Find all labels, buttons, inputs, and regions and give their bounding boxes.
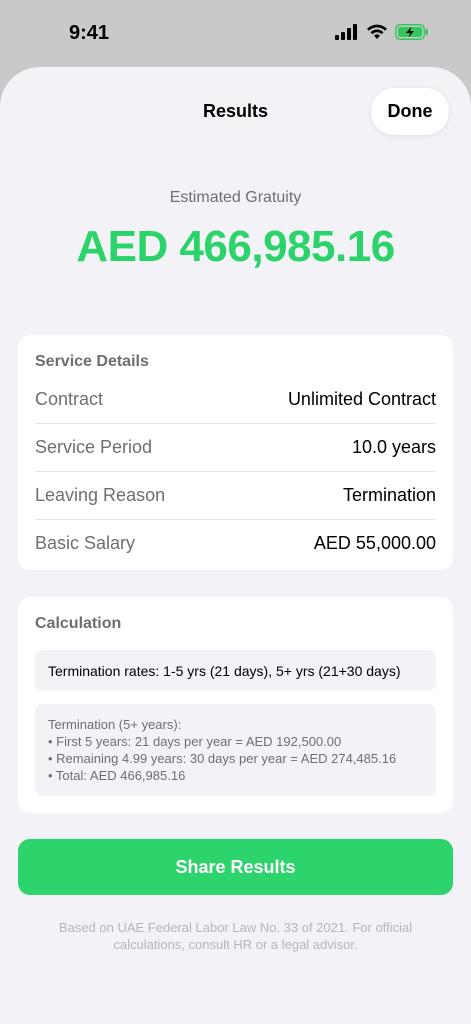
results-sheet: Results Done Estimated Gratuity AED 466,…	[0, 67, 471, 1024]
detail-row-service-period: Service Period 10.0 years	[35, 423, 436, 471]
detail-row-leaving-reason: Leaving Reason Termination	[35, 471, 436, 519]
detail-value: Unlimited Contract	[287, 388, 436, 409]
detail-value: 10.0 years	[351, 437, 436, 457]
calculation-card: Calculation Termination rates: 1-5 yrs (…	[18, 597, 453, 813]
calculation-title: Calculation	[35, 615, 122, 632]
legal-footnote: Based on UAE Federal Labor Law No. 33 of…	[58, 920, 413, 952]
done-button[interactable]: Done	[371, 88, 449, 135]
cellular-signal-icon	[335, 24, 357, 40]
detail-label: Contract	[35, 388, 104, 409]
status-icons	[335, 24, 429, 40]
calculation-breakdown: Termination (5+ years): • First 5 years:…	[35, 704, 436, 796]
detail-label: Service Period	[35, 437, 153, 457]
termination-rates: Termination rates: 1-5 yrs (21 days), 5+…	[35, 650, 436, 691]
breakdown-line: Termination (5+ years):	[48, 717, 182, 732]
service-details-title: Service Details	[35, 353, 149, 370]
status-time: 9:41	[69, 22, 110, 44]
status-bar: 9:41	[0, 0, 471, 66]
share-results-button[interactable]: Share Results	[18, 839, 453, 895]
battery-charging-icon	[395, 24, 428, 40]
wifi-icon	[367, 24, 387, 39]
detail-value: AED 55,000.00	[313, 533, 436, 553]
breakdown-line: • First 5 years: 21 days per year = AED …	[48, 734, 342, 749]
detail-label: Leaving Reason	[35, 485, 166, 505]
gratuity-label: Estimated Gratuity	[169, 189, 302, 206]
detail-row-basic-salary: Basic Salary AED 55,000.00	[35, 519, 436, 567]
breakdown-line: • Total: AED 466,985.16	[48, 768, 186, 783]
detail-value: Termination	[342, 485, 436, 505]
breakdown-line: • Remaining 4.99 years: 30 days per year…	[48, 751, 397, 766]
gratuity-amount: AED 466,985.16	[76, 222, 395, 271]
detail-row-contract: Contract Unlimited Contract	[35, 375, 436, 423]
detail-label: Basic Salary	[35, 533, 136, 553]
service-details-card: Service Details Contract Unlimited Contr…	[18, 335, 453, 570]
